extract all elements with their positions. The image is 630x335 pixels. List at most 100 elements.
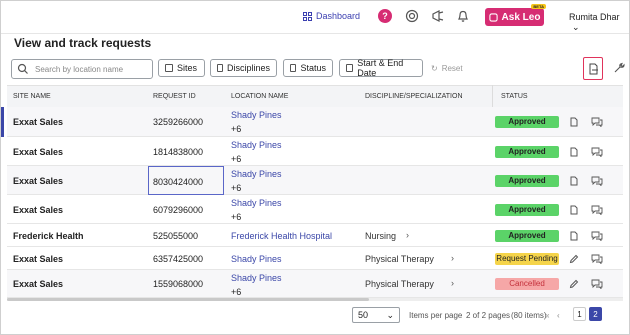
comments-icon[interactable] xyxy=(591,205,603,215)
status-label: Status xyxy=(300,63,326,73)
request-id[interactable]: 8030424000 xyxy=(148,166,224,195)
table-row[interactable]: Exxat Sales 6357425000 Shady Pines Physical… xyxy=(7,247,623,270)
status-badge-approved: Approved xyxy=(495,204,559,216)
status-badge-approved: Approved xyxy=(495,230,559,242)
location-more-count[interactable]: +6 xyxy=(231,212,241,222)
location-link[interactable]: Frederick Health Hospital xyxy=(231,231,332,241)
request-id[interactable]: 6357425000 xyxy=(153,254,203,264)
first-page-icon[interactable]: « xyxy=(545,311,549,320)
location-link[interactable]: Shady Pines xyxy=(231,169,282,179)
table-row[interactable]: Exxat Sales 3259266000 Shady Pines +6 Approv… xyxy=(7,107,623,137)
page-title: View and track requests xyxy=(14,36,152,50)
location-more-count[interactable]: +6 xyxy=(231,287,241,297)
location-link[interactable]: Shady Pines xyxy=(231,198,282,208)
chevron-down-icon: ⌄ xyxy=(386,309,394,320)
table-row[interactable]: Frederick Health 525055000 Frederick Healt… xyxy=(7,224,623,247)
reset-label: Reset xyxy=(441,64,463,73)
disciplines-filter-button[interactable]: Disciplines xyxy=(210,59,277,77)
column-request-id[interactable]: REQUEST ID xyxy=(153,93,196,100)
comments-icon[interactable] xyxy=(591,117,603,127)
status-badge-approved: Approved xyxy=(495,146,559,158)
location-more-count[interactable]: +6 xyxy=(231,154,241,164)
megaphone-icon[interactable] xyxy=(431,9,445,23)
request-id[interactable]: 525055000 xyxy=(153,231,198,241)
column-discipline[interactable]: DISCIPLINE/SPECIALIZATION xyxy=(365,93,463,100)
chevron-right-icon[interactable]: › xyxy=(451,253,454,263)
column-site-name[interactable]: SITE NAME xyxy=(13,93,51,100)
chevron-right-icon[interactable]: › xyxy=(406,230,409,240)
location-more-count[interactable]: +6 xyxy=(231,124,241,134)
comments-icon[interactable] xyxy=(591,231,603,241)
column-location-name[interactable]: LOCATION NAME xyxy=(231,93,288,100)
location-link[interactable]: Shady Pines xyxy=(231,254,282,264)
request-id[interactable]: 3259266000 xyxy=(153,117,203,127)
status-filter-button[interactable]: Status xyxy=(283,59,333,77)
search-input[interactable] xyxy=(33,63,152,75)
horizontal-scrollbar[interactable] xyxy=(7,298,623,301)
site-name: Exxat Sales xyxy=(13,176,64,186)
document-icon[interactable] xyxy=(569,231,579,241)
chevron-down-icon: ⌄ xyxy=(572,22,580,32)
date-filter-button[interactable]: Start & End Date xyxy=(339,58,423,78)
comments-icon[interactable] xyxy=(591,176,603,186)
comments-icon[interactable] xyxy=(591,254,603,264)
export-icon xyxy=(589,63,598,74)
user-menu[interactable]: Rumita Dhar ⌄ xyxy=(569,12,629,33)
table-header: SITE NAME REQUEST ID LOCATION NAME DISCI… xyxy=(7,85,623,109)
chevron-right-icon[interactable]: › xyxy=(451,278,454,288)
page-size-select[interactable]: 50 ⌄ xyxy=(352,307,400,323)
top-bar: Dashboard ? Ask Leo BETA Rumita Dhar ⌄ xyxy=(1,1,629,34)
app-window: Dashboard ? Ask Leo BETA Rumita Dhar ⌄ V… xyxy=(0,0,630,335)
table-row[interactable]: Exxat Sales 1814838000 Shady Pines +6 Approv… xyxy=(7,137,623,166)
date-label: Start & End Date xyxy=(357,58,404,78)
discipline: Physical Therapy xyxy=(365,254,434,264)
location-link[interactable]: Shady Pines xyxy=(231,273,282,283)
page-1-button[interactable]: 1 xyxy=(573,307,586,321)
beta-badge: BETA xyxy=(531,4,546,9)
edit-pencil-icon[interactable] xyxy=(569,279,579,289)
calendar-icon xyxy=(346,64,354,72)
sites-filter-button[interactable]: Sites xyxy=(158,59,205,77)
row-selection-indicator xyxy=(1,107,4,137)
dashboard-link[interactable]: Dashboard xyxy=(303,11,360,21)
bell-icon[interactable] xyxy=(456,9,470,23)
ask-leo-label: Ask Leo xyxy=(501,11,541,23)
edit-pencil-icon[interactable] xyxy=(569,254,579,264)
status-badge-approved: Approved xyxy=(495,175,559,187)
table-row[interactable]: Exxat Sales 6079296000 Shady Pines +6 Approv… xyxy=(7,195,623,224)
prev-page-icon[interactable]: ‹ xyxy=(557,311,560,320)
sites-icon xyxy=(165,64,173,72)
dashboard-label: Dashboard xyxy=(316,11,361,21)
export-button[interactable] xyxy=(583,57,603,80)
request-id[interactable]: 6079296000 xyxy=(153,205,203,215)
site-name: Exxat Sales xyxy=(13,279,64,289)
page-2-button[interactable]: 2 xyxy=(589,307,602,321)
discipline: Physical Therapy xyxy=(365,279,434,289)
document-icon[interactable] xyxy=(569,176,579,186)
site-name: Exxat Sales xyxy=(13,117,64,127)
help-icon[interactable]: ? xyxy=(378,9,392,23)
site-name: Frederick Health xyxy=(13,231,84,241)
request-id[interactable]: 1559068000 xyxy=(153,279,203,289)
comments-icon[interactable] xyxy=(591,279,603,289)
site-name: Exxat Sales xyxy=(13,147,64,157)
wrench-icon[interactable] xyxy=(613,62,625,74)
document-icon[interactable] xyxy=(569,147,579,157)
support-icon[interactable] xyxy=(405,9,419,23)
search-field[interactable] xyxy=(11,59,153,79)
location-link[interactable]: Shady Pines xyxy=(231,140,282,150)
ask-leo-button[interactable]: Ask Leo BETA xyxy=(485,4,546,26)
status-badge-approved: Approved xyxy=(495,116,559,128)
reset-button[interactable]: ↻ Reset xyxy=(431,64,463,73)
page-size-value: 50 xyxy=(358,310,369,320)
column-status[interactable]: STATUS xyxy=(501,93,528,100)
document-icon[interactable] xyxy=(569,117,579,127)
location-more-count[interactable]: +6 xyxy=(231,183,241,193)
table-row[interactable]: Exxat Sales 1559068000 Shady Pines +6 Physic… xyxy=(7,270,623,298)
request-id[interactable]: 1814838000 xyxy=(153,147,203,157)
document-icon[interactable] xyxy=(569,205,579,215)
table-row[interactable]: Exxat Sales 8030424000 Shady Pines +6 Approv… xyxy=(7,166,623,195)
comments-icon[interactable] xyxy=(591,147,603,157)
reset-icon: ↻ xyxy=(431,64,438,73)
location-link[interactable]: Shady Pines xyxy=(231,110,282,120)
